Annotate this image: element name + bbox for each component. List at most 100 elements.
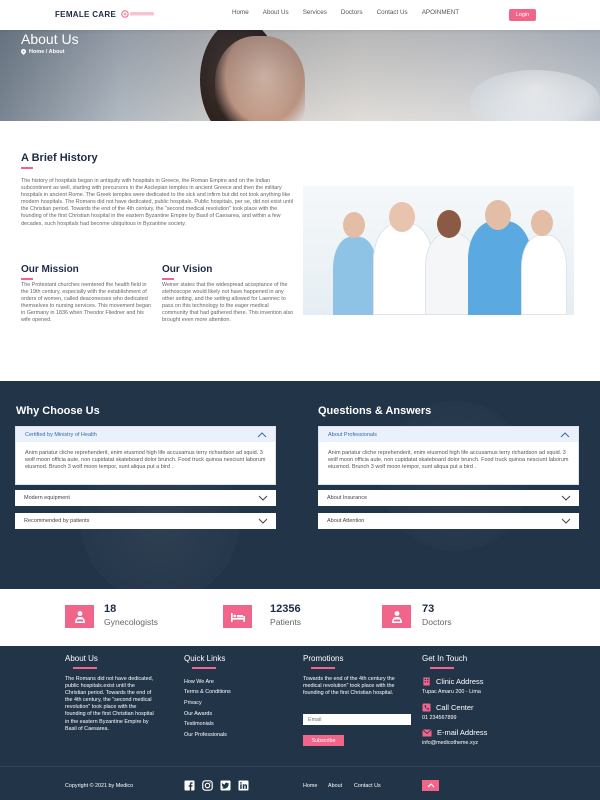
footer-about-text: The Romans did not have dedicated, publi… xyxy=(65,676,154,732)
nav-link-about[interactable]: About Us xyxy=(263,9,289,16)
vision-heading: Our Vision xyxy=(162,264,213,280)
clinic-address-heading: Clinic Address xyxy=(422,677,484,686)
medical-team-photo xyxy=(303,186,574,315)
footer-bottom-contact[interactable]: Contact Us xyxy=(354,783,381,789)
accordion-label: About Attention xyxy=(327,518,365,524)
why-accordion-item-certified[interactable]: Certified by Ministry of Health xyxy=(16,427,275,442)
hospital-bed-icon xyxy=(223,605,252,628)
footer-link-how-we-are[interactable]: How We Are xyxy=(184,679,214,685)
mission-heading: Our Mission xyxy=(21,264,79,280)
accordion-label: About Insurance xyxy=(327,495,368,501)
chevron-down-icon xyxy=(561,495,571,501)
chevron-up-icon xyxy=(257,431,267,437)
chevron-down-icon xyxy=(561,518,571,524)
brand-name: FEMALE CARE xyxy=(55,9,117,19)
why-accordion-item-recommended[interactable]: Recommended by patients xyxy=(15,513,276,529)
page-title: About Us xyxy=(21,31,79,47)
newsletter-email-input[interactable] xyxy=(303,714,411,725)
stat-doctors-value: 73 xyxy=(422,603,435,615)
footer-links-heading: Quick Links xyxy=(184,654,226,669)
team-nurse-1 xyxy=(333,237,377,315)
footer-link-privacy[interactable]: Privacy xyxy=(184,700,202,706)
hero-overlay xyxy=(0,30,600,121)
team-head-3 xyxy=(437,210,461,238)
nav-link-home[interactable]: Home xyxy=(232,9,249,16)
building-icon xyxy=(423,677,430,686)
footer-about-heading: About Us xyxy=(65,654,98,669)
login-button[interactable]: Login xyxy=(509,9,536,21)
linkedin-icon[interactable] xyxy=(238,780,249,791)
clinic-address-label: Clinic Address xyxy=(436,677,484,686)
stat-gynecologists-value: 18 xyxy=(104,603,117,615)
copyright-text: Copyright © 2021 by Medico xyxy=(65,783,134,789)
breadcrumb-text[interactable]: Home / About xyxy=(29,49,65,55)
footer-link-awards[interactable]: Our Awards xyxy=(184,711,212,717)
twitter-icon[interactable] xyxy=(220,780,231,791)
chevron-down-icon xyxy=(258,518,268,524)
top-navbar: FEMALE CARE Home About Us Services Docto… xyxy=(0,0,600,30)
stat-patients-label: Patients xyxy=(270,617,302,627)
breadcrumb: Home / About xyxy=(21,49,65,55)
qa-accordion-open: About Professionals Anim pariatur cliche… xyxy=(318,426,579,485)
why-accordion-open: Certified by Ministry of Health Anim par… xyxy=(15,426,276,485)
clinic-address-value: Tupac Amaru 200 - Lima xyxy=(422,689,481,695)
doctor-icon xyxy=(382,605,411,628)
history-text: The history of hospitals began in antiqu… xyxy=(21,178,293,227)
chevron-down-icon xyxy=(258,495,268,501)
nav-link-contact[interactable]: Contact Us xyxy=(377,9,408,16)
phone-icon xyxy=(422,703,431,712)
accordion-content: Anim pariatur cliche reprehenderit, enim… xyxy=(328,450,569,471)
mission-text: The Protestant churches reentered the he… xyxy=(21,282,151,324)
accordion-label: Certified by Ministry of Health xyxy=(25,431,97,438)
qa-accordion-item-professionals[interactable]: About Professionals xyxy=(319,427,578,442)
email-label: E-mail Address xyxy=(437,728,488,737)
why-choose-heading: Why Choose Us xyxy=(16,405,100,417)
why-accordion-item-equipment[interactable]: Modern equipment xyxy=(15,490,276,506)
instagram-icon[interactable] xyxy=(202,780,213,791)
footer-touch-heading: Get In Touch xyxy=(422,654,468,669)
footer-bottom-about[interactable]: About xyxy=(328,783,342,789)
accordion-label: About Professionals xyxy=(328,431,377,438)
chevron-up-icon xyxy=(560,431,570,437)
footer-link-professionals[interactable]: Our Professionals xyxy=(184,732,227,738)
team-nurse-2 xyxy=(521,235,567,315)
call-center-heading: Call Center xyxy=(422,703,474,712)
nav-links: Home About Us Services Doctors Contact U… xyxy=(232,9,473,16)
gynecologist-icon xyxy=(65,605,94,628)
qa-accordion-item-attention[interactable]: About Attention xyxy=(318,513,579,529)
team-doctor-senior xyxy=(373,223,433,315)
brand-emblem-icon xyxy=(121,10,155,18)
qa-heading: Questions & Answers xyxy=(318,405,432,417)
chevron-up-icon xyxy=(427,783,434,788)
team-head-1 xyxy=(343,212,365,238)
team-head-4 xyxy=(485,200,511,230)
envelope-icon xyxy=(422,728,432,736)
footer-link-terms[interactable]: Terms & Conditions xyxy=(184,689,231,695)
history-heading: A Brief History xyxy=(21,152,98,169)
brand-logo[interactable]: FEMALE CARE xyxy=(55,9,156,19)
accordion-label: Recommended by patients xyxy=(24,518,90,524)
team-head-5 xyxy=(531,210,553,236)
facebook-icon[interactable] xyxy=(184,780,195,791)
nav-link-services[interactable]: Services xyxy=(303,9,327,16)
team-head-2 xyxy=(389,202,415,232)
scroll-to-top-button[interactable] xyxy=(422,780,439,791)
nav-link-appointment[interactable]: APOINMENT xyxy=(422,9,459,16)
accordion-label: Modern equipment xyxy=(24,495,70,501)
qa-accordion-item-insurance[interactable]: About Insurance xyxy=(318,490,579,506)
hero-banner: About Us Home / About xyxy=(0,30,600,121)
subscribe-button[interactable]: Subscribe xyxy=(303,735,344,746)
footer-divider xyxy=(0,766,600,767)
nav-link-doctors[interactable]: Doctors xyxy=(341,9,363,16)
stat-doctors-label: Doctors xyxy=(422,617,452,627)
email-value[interactable]: info@medicotheme.xyz xyxy=(422,740,478,746)
call-center-value[interactable]: 01 234567899 xyxy=(422,715,456,721)
accordion-content: Anim pariatur cliche reprehenderit, enim… xyxy=(25,450,266,471)
footer-bottom-home[interactable]: Home xyxy=(303,783,317,789)
footer-link-testimonials[interactable]: Testimonials xyxy=(184,721,214,727)
stat-patients-value: 12356 xyxy=(270,603,301,615)
email-heading: E-mail Address xyxy=(422,728,487,737)
stat-gynecologists-label: Gynecologists xyxy=(104,617,158,627)
call-center-label: Call Center xyxy=(436,703,474,712)
vision-text: Weiner states that the widespread accept… xyxy=(162,282,294,324)
